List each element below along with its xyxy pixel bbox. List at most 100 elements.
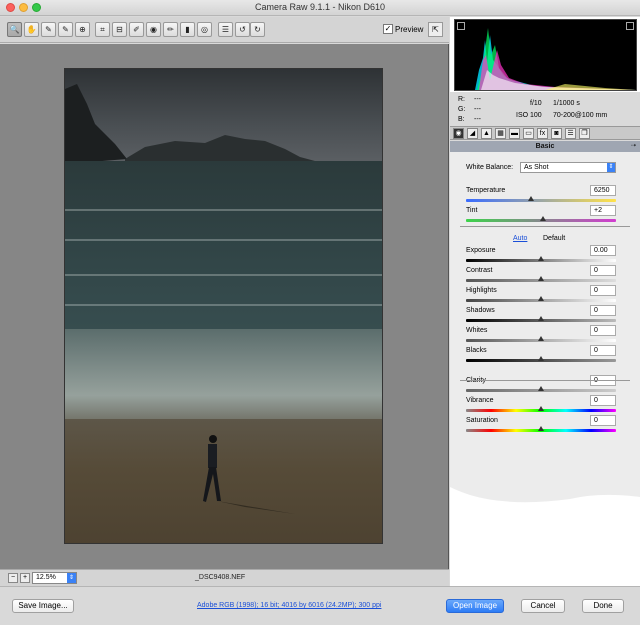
slider-value-shadows[interactable]: 0: [590, 305, 616, 316]
tool-bar: 🔍 ✋ ✎ ✎ ⊕ ⌗ ⊟ ✐ ◉ ✏ ▮ ◎ ☰ ↺ ↻ ✓ Preview ⇱: [0, 17, 449, 43]
g-value: ---: [474, 106, 481, 113]
camera-calibration-tab-icon[interactable]: ◙: [551, 128, 562, 139]
slider-value-highlights[interactable]: 0: [590, 285, 616, 296]
workflow-options-link[interactable]: Adobe RGB (1998); 16 bit; 4016 by 6016 (…: [197, 602, 381, 609]
preview-checkbox[interactable]: ✓: [383, 24, 393, 34]
slider-track-whites[interactable]: [466, 336, 616, 342]
adjustment-brush-tool[interactable]: ✏: [163, 22, 178, 37]
slider-value-vibrance[interactable]: 0: [590, 395, 616, 406]
slider-value-temperature[interactable]: 6250: [590, 185, 616, 196]
window-title: Camera Raw 9.1.1 - Nikon D610: [254, 2, 386, 12]
rotate-left-tool[interactable]: ↺: [235, 22, 250, 37]
slider-value-exposure[interactable]: 0.00: [590, 245, 616, 256]
open-image-button[interactable]: Open Image: [446, 599, 504, 613]
zoom-out-icon[interactable]: −: [8, 573, 18, 583]
slider-track-tint[interactable]: [466, 216, 616, 222]
white-balance-tool[interactable]: ✎: [41, 22, 56, 37]
slider-label-saturation: Saturation: [466, 417, 498, 424]
footer-bar: Save Image... Adobe RGB (1998); 16 bit; …: [0, 586, 640, 625]
graduated-filter-tool[interactable]: ▮: [180, 22, 195, 37]
hand-tool[interactable]: ✋: [24, 22, 39, 37]
slider-value-contrast[interactable]: 0: [590, 265, 616, 276]
slider-track-clarity[interactable]: [466, 386, 616, 392]
slider-thumb-icon[interactable]: [538, 386, 544, 391]
slider-label-contrast: Contrast: [466, 267, 493, 274]
b-value: ---: [474, 116, 481, 123]
panel-tabs: ◉ ◢ ▲ ▦ ▬ ▭ fx ◙ ☰ ❐: [450, 126, 640, 140]
cancel-button[interactable]: Cancel: [521, 599, 565, 613]
slider-label-temperature: Temperature: [466, 187, 506, 194]
slider-track-highlights[interactable]: [466, 296, 616, 302]
person-silhouette: [203, 435, 295, 514]
effects-tab-icon[interactable]: fx: [537, 128, 548, 139]
slider-track-saturation[interactable]: [466, 426, 616, 432]
slider-thumb-icon[interactable]: [539, 216, 546, 221]
slider-thumb-icon[interactable]: [538, 316, 544, 321]
slider-thumb-icon[interactable]: [538, 256, 544, 261]
radial-filter-tool[interactable]: ◎: [197, 22, 212, 37]
iso-value: ISO 100: [516, 112, 542, 119]
slider-value-whites[interactable]: 0: [590, 325, 616, 336]
minimize-window-button[interactable]: [19, 3, 28, 12]
slider-track-contrast[interactable]: [466, 276, 616, 282]
done-button[interactable]: Done: [582, 599, 624, 613]
slider-value-blacks[interactable]: 0: [590, 345, 616, 356]
slider-track-blacks[interactable]: [466, 356, 616, 362]
fullscreen-icon[interactable]: ⇱: [428, 22, 443, 37]
slider-track-vibrance[interactable]: [466, 406, 616, 412]
image-canvas[interactable]: [0, 44, 449, 569]
red-eye-tool[interactable]: ◉: [146, 22, 161, 37]
detail-tab-icon[interactable]: ▲: [481, 128, 492, 139]
shutter-value: 1/1000 s: [553, 100, 580, 107]
basic-panel: White Balance: As Shot ⇕ Temperature 6250 T…: [450, 152, 640, 477]
slider-track-exposure[interactable]: [466, 256, 616, 262]
auto-link[interactable]: Auto: [513, 235, 527, 242]
r-label: R:: [458, 96, 465, 103]
divider: [460, 380, 630, 381]
slider-track-temperature[interactable]: [466, 196, 616, 202]
targeted-adjustment-tool[interactable]: ⊕: [75, 22, 90, 37]
close-window-button[interactable]: [6, 3, 15, 12]
preferences-tool[interactable]: ☰: [218, 22, 233, 37]
rotate-right-tool[interactable]: ↻: [250, 22, 265, 37]
white-balance-select[interactable]: As Shot ⇕: [520, 162, 616, 173]
slider-value-tint[interactable]: +2: [590, 205, 616, 216]
tone-curve-tab-icon[interactable]: ◢: [467, 128, 478, 139]
straighten-tool[interactable]: ⊟: [112, 22, 127, 37]
split-toning-tab-icon[interactable]: ▬: [509, 128, 520, 139]
file-name: _DSC9408.NEF: [195, 574, 246, 581]
snapshots-tab-icon[interactable]: ❐: [579, 128, 590, 139]
zoom-select[interactable]: 12.5% ⇕: [32, 572, 77, 584]
crop-tool[interactable]: ⌗: [95, 22, 110, 37]
default-link[interactable]: Default: [543, 235, 565, 242]
slider-thumb-icon[interactable]: [538, 336, 544, 341]
slider-label-shadows: Shadows: [466, 307, 495, 314]
spot-removal-tool[interactable]: ✐: [129, 22, 144, 37]
save-image-button[interactable]: Save Image...: [12, 599, 74, 613]
slider-thumb-icon[interactable]: [538, 276, 544, 281]
maximize-window-button[interactable]: [32, 3, 41, 12]
slider-thumb-icon[interactable]: [538, 406, 544, 411]
zoom-tool[interactable]: 🔍: [7, 22, 22, 37]
presets-tab-icon[interactable]: ☰: [565, 128, 576, 139]
color-sampler-tool[interactable]: ✎: [58, 22, 73, 37]
slider-label-exposure: Exposure: [466, 247, 496, 254]
slider-label-tint: Tint: [466, 207, 478, 214]
slider-thumb-icon[interactable]: [538, 356, 544, 361]
slider-thumb-icon[interactable]: [538, 426, 544, 431]
right-panel: R: --- G: --- B: --- f/10 1/1000 s ISO 1…: [450, 17, 640, 586]
panel-menu-icon[interactable]: ⇢: [631, 142, 636, 149]
preview-label: Preview: [395, 25, 424, 34]
lens-corrections-tab-icon[interactable]: ▭: [523, 128, 534, 139]
zoom-in-icon[interactable]: +: [20, 573, 30, 583]
slider-track-shadows[interactable]: [466, 316, 616, 322]
slider-label-blacks: Blacks: [466, 347, 487, 354]
chevron-down-icon: ⇕: [607, 163, 615, 172]
photo-preview: [64, 68, 383, 544]
basic-tab-icon[interactable]: ◉: [453, 128, 464, 139]
slider-value-saturation[interactable]: 0: [590, 415, 616, 426]
hsl-tab-icon[interactable]: ▦: [495, 128, 506, 139]
chevron-down-icon: ⇕: [67, 573, 76, 583]
slider-thumb-icon[interactable]: [527, 196, 534, 201]
slider-thumb-icon[interactable]: [538, 296, 544, 301]
